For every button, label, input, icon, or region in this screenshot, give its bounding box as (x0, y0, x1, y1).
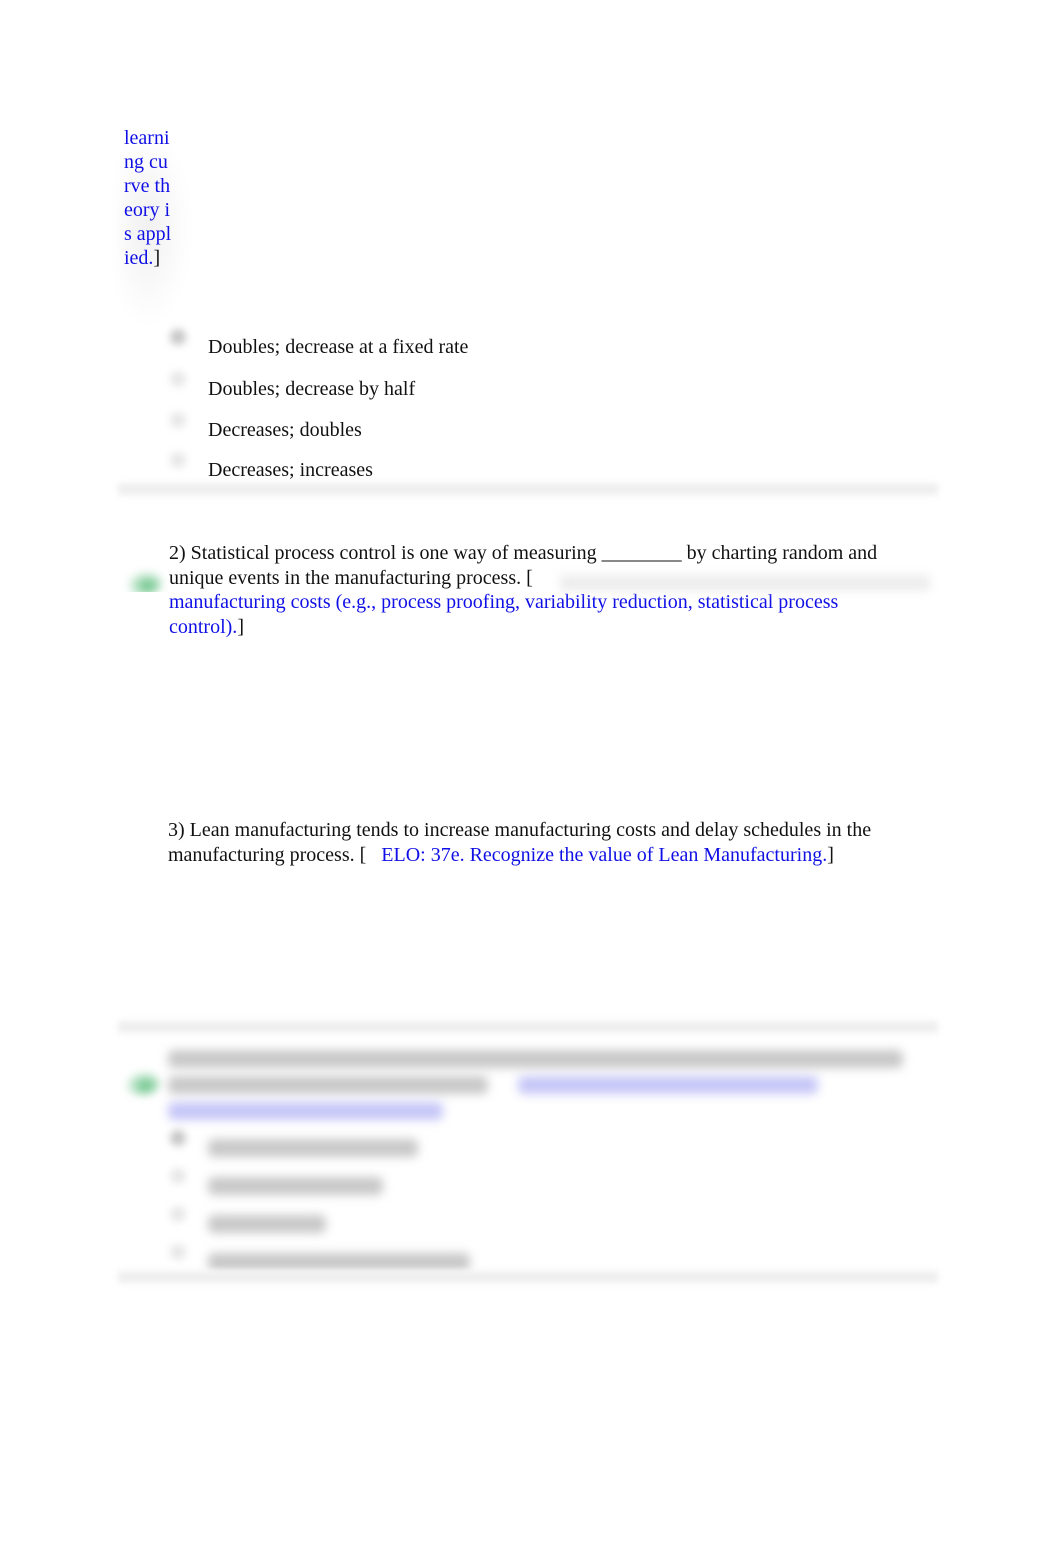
blurred-option-label (208, 1253, 470, 1271)
blurred-option-label (208, 1139, 418, 1157)
q1-elo-reference: learning curve theory is applied.] (124, 126, 172, 270)
q4-option-1[interactable] (170, 1130, 418, 1164)
radio-button-icon[interactable] (170, 1168, 186, 1184)
q4-option-3[interactable] (170, 1206, 326, 1240)
blurred-option-label (208, 1215, 326, 1233)
q2-text-line-1: 2) Statistical process control is one wa… (169, 542, 878, 564)
q2-closing-bracket: ] (237, 615, 244, 638)
q1-elo-link[interactable]: learning curve theory is applied. (124, 127, 171, 269)
q3-elo-link[interactable]: ELO: 37e. Recognize the value of Lean Ma… (381, 844, 827, 866)
option-label: Doubles; decrease at a fixed rate (208, 336, 469, 358)
q3-text-line-2: manufacturing process. [ (168, 843, 367, 866)
q3-closing-bracket: ] (827, 843, 834, 866)
q1-option-2[interactable]: Doubles; decrease by half (170, 371, 416, 405)
q2-elo-link-line-1[interactable]: manufacturing costs (e.g., process proof… (169, 590, 949, 615)
radio-button-icon[interactable] (170, 452, 186, 468)
q1-option-1[interactable]: Doubles; decrease at a fixed rate (170, 329, 469, 363)
q1-option-3[interactable]: Decreases; doubles (170, 412, 362, 446)
mask (120, 592, 168, 612)
radio-button-icon[interactable] (170, 1206, 186, 1222)
question-4-blurred (168, 1050, 948, 1120)
blurred-text-line (168, 1050, 903, 1068)
radio-button-icon[interactable] (170, 371, 186, 387)
blurred-link (518, 1076, 818, 1094)
blurred-overlay (560, 574, 930, 590)
q2-elo-link-line-2[interactable]: control). (169, 616, 237, 638)
blurred-text-line (168, 1076, 488, 1094)
option-label: Decreases; increases (208, 459, 373, 481)
q1-closing-bracket: ] (153, 247, 161, 269)
option-label: Decreases; doubles (208, 419, 362, 441)
question-separator (118, 482, 938, 496)
radio-button-icon[interactable] (170, 329, 186, 345)
option-label: Doubles; decrease by half (208, 378, 416, 400)
blurred-link (168, 1102, 443, 1120)
q4-option-2[interactable] (170, 1168, 383, 1202)
q3-text-line-1: 3) Lean manufacturing tends to increase … (168, 819, 872, 841)
correct-check-icon (124, 1070, 160, 1096)
radio-button-icon[interactable] (170, 1244, 186, 1260)
question-2: 2) Statistical process control is one wa… (169, 541, 949, 639)
blurred-option-label (208, 1177, 383, 1195)
radio-button-icon[interactable] (170, 1130, 186, 1146)
question-3: 3) Lean manufacturing tends to increase … (168, 818, 948, 867)
radio-button-icon[interactable] (170, 412, 186, 428)
question-separator (118, 1270, 938, 1284)
question-separator (118, 1020, 938, 1034)
